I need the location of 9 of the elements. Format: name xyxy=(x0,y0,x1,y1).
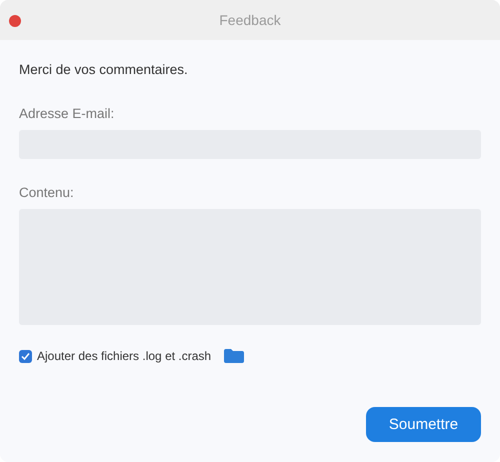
content-label: Contenu: xyxy=(19,185,75,200)
thank-you-message: Merci de vos commentaires. xyxy=(19,62,189,77)
folder-icon[interactable] xyxy=(224,349,244,363)
window-title: Feedback xyxy=(219,12,281,28)
checkbox[interactable] xyxy=(19,350,32,362)
submit-button[interactable]: Soumettre xyxy=(366,407,481,442)
email-label: Adresse E-mail: xyxy=(19,106,116,121)
attach-logs-label: Ajouter des fichiers .log et .crash xyxy=(37,349,212,363)
close-button[interactable] xyxy=(9,15,21,27)
